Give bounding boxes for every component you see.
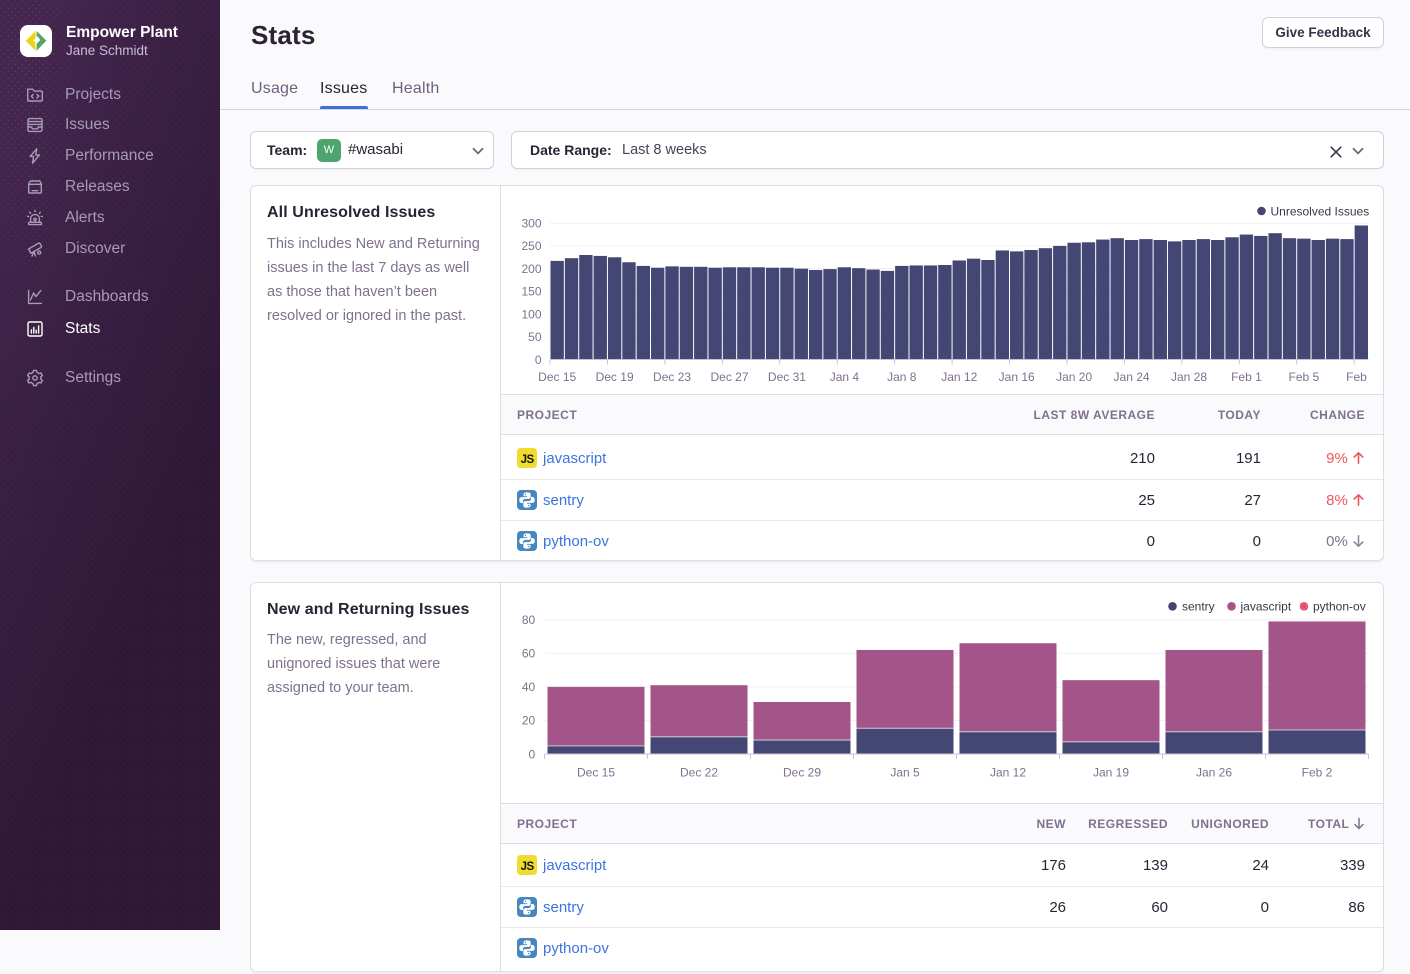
svg-text:Jan 12: Jan 12 — [941, 370, 977, 384]
svg-text:Dec 15: Dec 15 — [538, 370, 576, 384]
svg-text:Jan 24: Jan 24 — [1114, 370, 1150, 384]
svg-text:Jan 8: Jan 8 — [887, 370, 917, 384]
svg-text:Jan 5: Jan 5 — [890, 766, 920, 780]
svg-text:Feb 2: Feb 2 — [1302, 766, 1333, 780]
svg-text:JS: JS — [521, 861, 535, 873]
svg-text:150: 150 — [521, 285, 541, 299]
svg-text:Dec 15: Dec 15 — [577, 766, 615, 780]
svg-text:Dec 23: Dec 23 — [653, 370, 691, 384]
svg-text:0: 0 — [529, 747, 536, 761]
svg-text:0: 0 — [535, 353, 542, 367]
svg-text:Dec 29: Dec 29 — [783, 766, 821, 780]
svg-text:20: 20 — [522, 714, 536, 728]
svg-text:Feb: Feb — [1346, 370, 1367, 384]
svg-text:sentry: sentry — [1182, 600, 1215, 614]
svg-text:Dec 19: Dec 19 — [596, 370, 634, 384]
svg-text:Jan 26: Jan 26 — [1196, 766, 1232, 780]
svg-text:60: 60 — [522, 647, 536, 661]
svg-text:Jan 19: Jan 19 — [1093, 766, 1129, 780]
svg-text:Feb 1: Feb 1 — [1231, 370, 1262, 384]
svg-text:Jan 28: Jan 28 — [1171, 370, 1207, 384]
svg-text:300: 300 — [521, 217, 541, 231]
svg-text:Jan 12: Jan 12 — [990, 766, 1026, 780]
svg-text:Dec 31: Dec 31 — [768, 370, 806, 384]
svg-text:Jan 4: Jan 4 — [830, 370, 860, 384]
svg-text:200: 200 — [521, 262, 541, 276]
svg-text:40: 40 — [522, 680, 536, 694]
svg-text:Jan 16: Jan 16 — [999, 370, 1035, 384]
svg-text:Dec 27: Dec 27 — [710, 370, 748, 384]
svg-text:250: 250 — [521, 239, 541, 253]
svg-text:50: 50 — [528, 330, 542, 344]
svg-text:Unresolved Issues: Unresolved Issues — [1271, 204, 1370, 218]
svg-text:Jan 20: Jan 20 — [1056, 370, 1092, 384]
svg-text:80: 80 — [522, 613, 536, 627]
svg-text:Feb 5: Feb 5 — [1289, 370, 1320, 384]
svg-text:javascript: javascript — [1240, 600, 1292, 614]
svg-text:python-ov: python-ov — [1313, 600, 1366, 614]
svg-text:JS: JS — [521, 454, 535, 466]
svg-text:100: 100 — [521, 307, 541, 321]
svg-text:Dec 22: Dec 22 — [680, 766, 718, 780]
